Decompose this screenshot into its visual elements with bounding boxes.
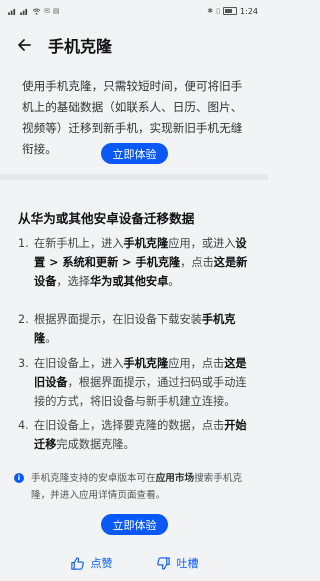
status-left: ✉ ▤ (8, 7, 60, 15)
step-number: 2. (18, 313, 29, 326)
message-icon: ▤ (52, 7, 60, 15)
bluetooth-icon: ✱ (207, 7, 214, 15)
step-text: 在新手机上，进入手机克隆应用，或进入设置 > 系统和更新 > 手机克隆，点击这是… (34, 237, 248, 288)
try-now-button[interactable]: 立即体验 (101, 143, 168, 164)
intro-text: 使用手机克隆，只需较短时间，便可将旧手机上的基础数据（如联系人、日历、图片、视频… (22, 79, 243, 156)
step-number: 1. (18, 237, 29, 250)
step-number: 4. (18, 419, 29, 432)
signal-icon-2 (20, 8, 28, 15)
migration-section: 从华为或其他安卓设备迁移数据 1. 在新手机上，进入手机克隆应用，或进入设置 >… (0, 180, 268, 581)
battery-icon (223, 7, 238, 15)
info-note: i 手机克隆支持的安卓版本可在应用市场搜索手机克隆，并进入应用详情页面查看。 (14, 470, 254, 504)
info-icon: i (14, 473, 24, 483)
thumbs-up-icon (70, 556, 84, 570)
thumbs-down-icon (156, 556, 170, 570)
step-item-2: 2. 根据界面提示，在旧设备下载安装手机克隆。 (18, 310, 254, 348)
status-right: ✱ ▯ 1:24 (207, 7, 258, 16)
note-text: 手机克隆支持的安卓版本可在应用市场搜索手机克隆，并进入应用详情页面查看。 (31, 473, 243, 501)
app-bar: 手机克隆 (0, 22, 268, 68)
dislike-label: 吐槽 (176, 557, 199, 570)
step-item-4: 4. 在旧设备上，选择要克隆的数据，点击开始迁移完成数据克隆。 (18, 416, 254, 454)
back-button[interactable] (12, 33, 36, 57)
dislike-button[interactable]: 吐槽 (156, 555, 199, 571)
step-text: 在旧设备上，选择要克隆的数据，点击开始迁移完成数据克隆。 (34, 419, 247, 451)
wifi-icon (32, 7, 41, 15)
feedback-bar: 点赞 吐槽 (0, 545, 268, 581)
status-time: 1:24 (240, 6, 258, 16)
step-item-3: 3. 在旧设备上，进入手机克隆应用，点击这是旧设备，根据界面提示，通过扫码或手动… (18, 354, 254, 411)
step-text: 根据界面提示，在旧设备下载安装手机克隆。 (34, 313, 236, 345)
like-label: 点赞 (90, 557, 113, 570)
try-now-button-2[interactable]: 立即体验 (101, 514, 168, 535)
step-text: 在旧设备上，进入手机克隆应用，点击这是旧设备，根据界面提示，通过扫码或手动连接的… (34, 357, 247, 408)
signal-icon (8, 8, 16, 15)
page-title: 手机克隆 (48, 37, 113, 56)
step-item-1: 1. 在新手机上，进入手机克隆应用，或进入设置 > 系统和更新 > 手机克隆，点… (18, 234, 254, 291)
like-button[interactable]: 点赞 (70, 555, 113, 571)
back-arrow-icon (18, 39, 31, 51)
step-number: 3. (18, 357, 29, 370)
vibrate-icon: ▯ (216, 7, 221, 15)
status-bar: ✉ ▤ ✱ ▯ 1:24 (0, 0, 268, 22)
notification-icon: ✉ (44, 7, 50, 15)
section-title: 从华为或其他安卓设备迁移数据 (18, 211, 195, 226)
